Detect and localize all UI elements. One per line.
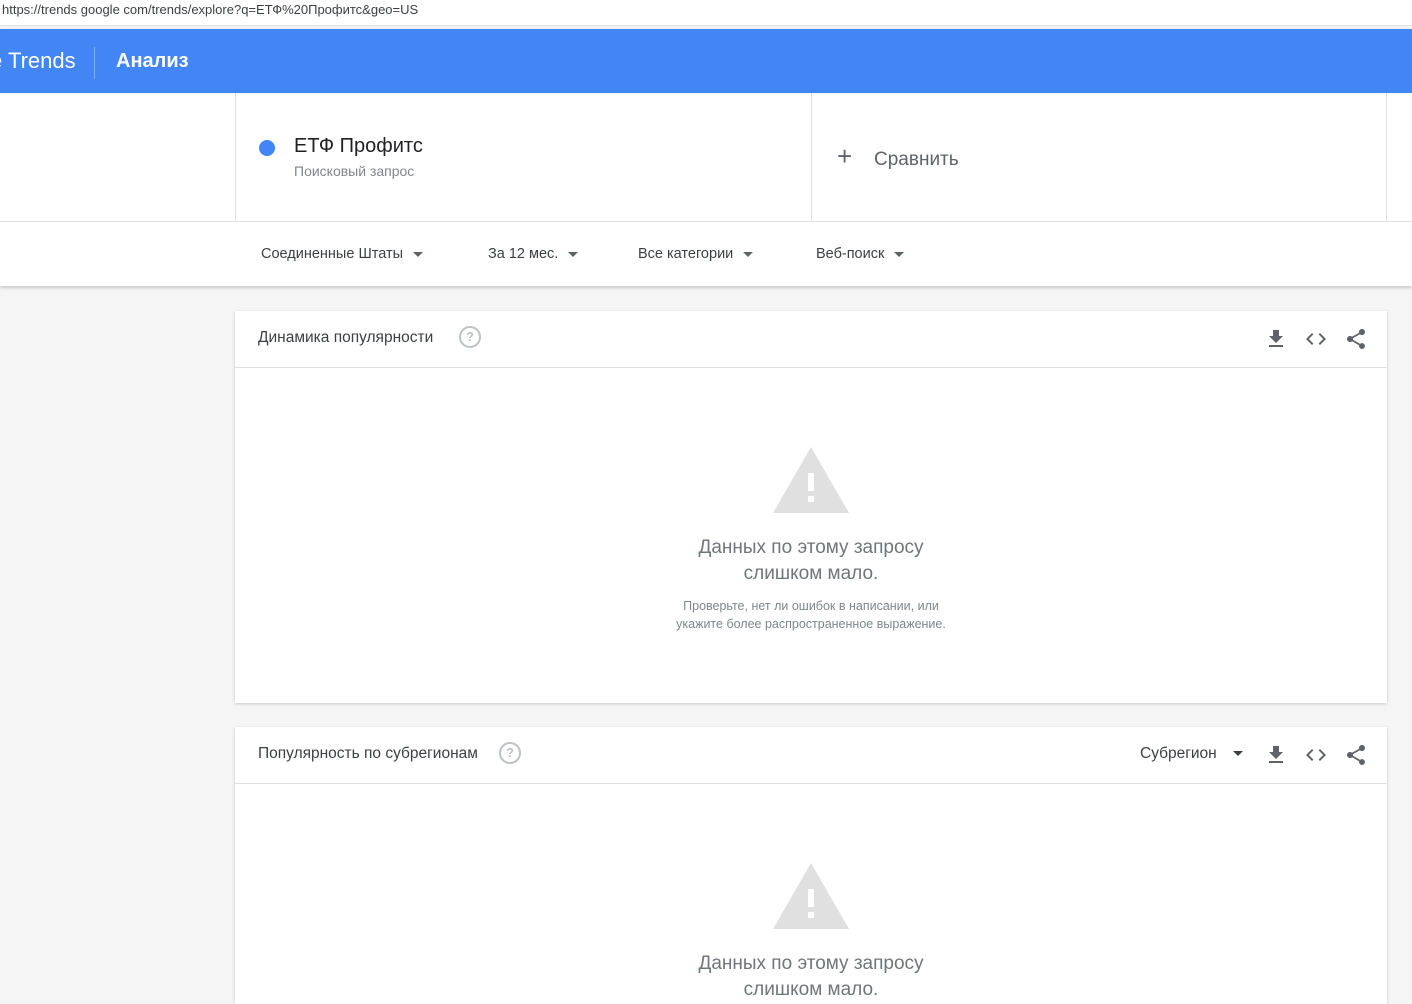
- plus-icon: +: [837, 141, 853, 171]
- app-bar-divider: [94, 47, 95, 79]
- empty-state-line: Данных по этому запросу: [698, 953, 924, 974]
- region-filter[interactable]: Соединенные Штаты: [261, 222, 424, 286]
- share-icon[interactable]: [1344, 327, 1368, 351]
- warning-icon: [773, 863, 849, 929]
- empty-state-line: Данных по этому запросу: [698, 537, 924, 558]
- panel-title: Динамика популярности: [258, 329, 434, 346]
- empty-state-hint-line: укажите более распространенное выражение…: [676, 617, 946, 631]
- app-bar: e Trends Анализ: [0, 29, 1412, 93]
- chevron-down-icon: [413, 251, 424, 257]
- panel-title: Популярность по субрегионам: [258, 745, 478, 762]
- panel-header: Динамика популярности ?: [235, 311, 1387, 368]
- share-icon[interactable]: [1344, 743, 1368, 767]
- search-type-filter-label: Веб-поиск: [816, 246, 885, 262]
- code-icon[interactable]: [1304, 327, 1328, 351]
- compare-label: Сравнить: [874, 149, 959, 170]
- chevron-down-icon: [743, 251, 754, 257]
- search-type-filter[interactable]: Веб-поиск: [816, 222, 905, 286]
- search-terms-area: ЕТФ Профитс Поисковый запрос + Сравнить: [0, 93, 1412, 222]
- period-filter-label: За 12 мес.: [488, 246, 559, 262]
- period-filter[interactable]: За 12 мес.: [488, 222, 579, 286]
- brand-logo-text[interactable]: e Trends: [0, 29, 76, 93]
- warning-icon: [773, 447, 849, 513]
- empty-state-line: слишком мало.: [743, 979, 879, 1000]
- empty-state-title: Данных по этому запросу слишком мало.: [235, 951, 1387, 1003]
- resolution-select[interactable]: Субрегион: [1140, 745, 1243, 763]
- interest-over-time-panel: Динамика популярности ? Данных по этому …: [235, 311, 1387, 703]
- compare-button[interactable]: + Сравнить: [811, 93, 1387, 221]
- help-icon[interactable]: ?: [499, 742, 521, 764]
- category-filter[interactable]: Все категории: [638, 222, 754, 286]
- page-title: Анализ: [116, 50, 189, 72]
- empty-state-hint-line: Проверьте, нет ли ошибок в написании, ил…: [683, 599, 939, 613]
- chevron-down-icon: [894, 251, 905, 257]
- resolution-select-label: Субрегион: [1140, 745, 1217, 762]
- url-text: https://trends google com/trends/explore…: [2, 2, 419, 17]
- help-icon[interactable]: ?: [459, 326, 481, 348]
- chevron-down-icon: [568, 251, 579, 257]
- address-bar[interactable]: https://trends google com/trends/explore…: [0, 0, 1412, 26]
- panel-header: Популярность по субрегионам ? Субрегион: [235, 727, 1387, 784]
- term-color-dot: [259, 140, 275, 156]
- download-icon[interactable]: [1264, 743, 1288, 767]
- term-type: Поисковый запрос: [294, 163, 415, 179]
- search-term-card[interactable]: ЕТФ Профитс Поисковый запрос: [235, 93, 812, 221]
- download-icon[interactable]: [1264, 327, 1288, 351]
- empty-state-title: Данных по этому запросу слишком мало.: [235, 535, 1387, 587]
- interest-by-region-panel: Популярность по субрегионам ? Субрегион …: [235, 727, 1387, 1004]
- empty-state: Данных по этому запросу слишком мало. Пр…: [235, 447, 1387, 633]
- empty-state: Данных по этому запросу слишком мало.: [235, 863, 1387, 1003]
- chevron-down-icon: [1232, 751, 1243, 757]
- code-icon[interactable]: [1304, 743, 1328, 767]
- filter-bar: Соединенные Штаты За 12 мес. Все категор…: [0, 222, 1412, 286]
- category-filter-label: Все категории: [638, 246, 734, 262]
- region-filter-label: Соединенные Штаты: [261, 246, 404, 262]
- empty-state-line: слишком мало.: [743, 563, 879, 584]
- term-name[interactable]: ЕТФ Профитс: [294, 135, 423, 158]
- empty-state-hint: Проверьте, нет ли ошибок в написании, ил…: [235, 597, 1387, 633]
